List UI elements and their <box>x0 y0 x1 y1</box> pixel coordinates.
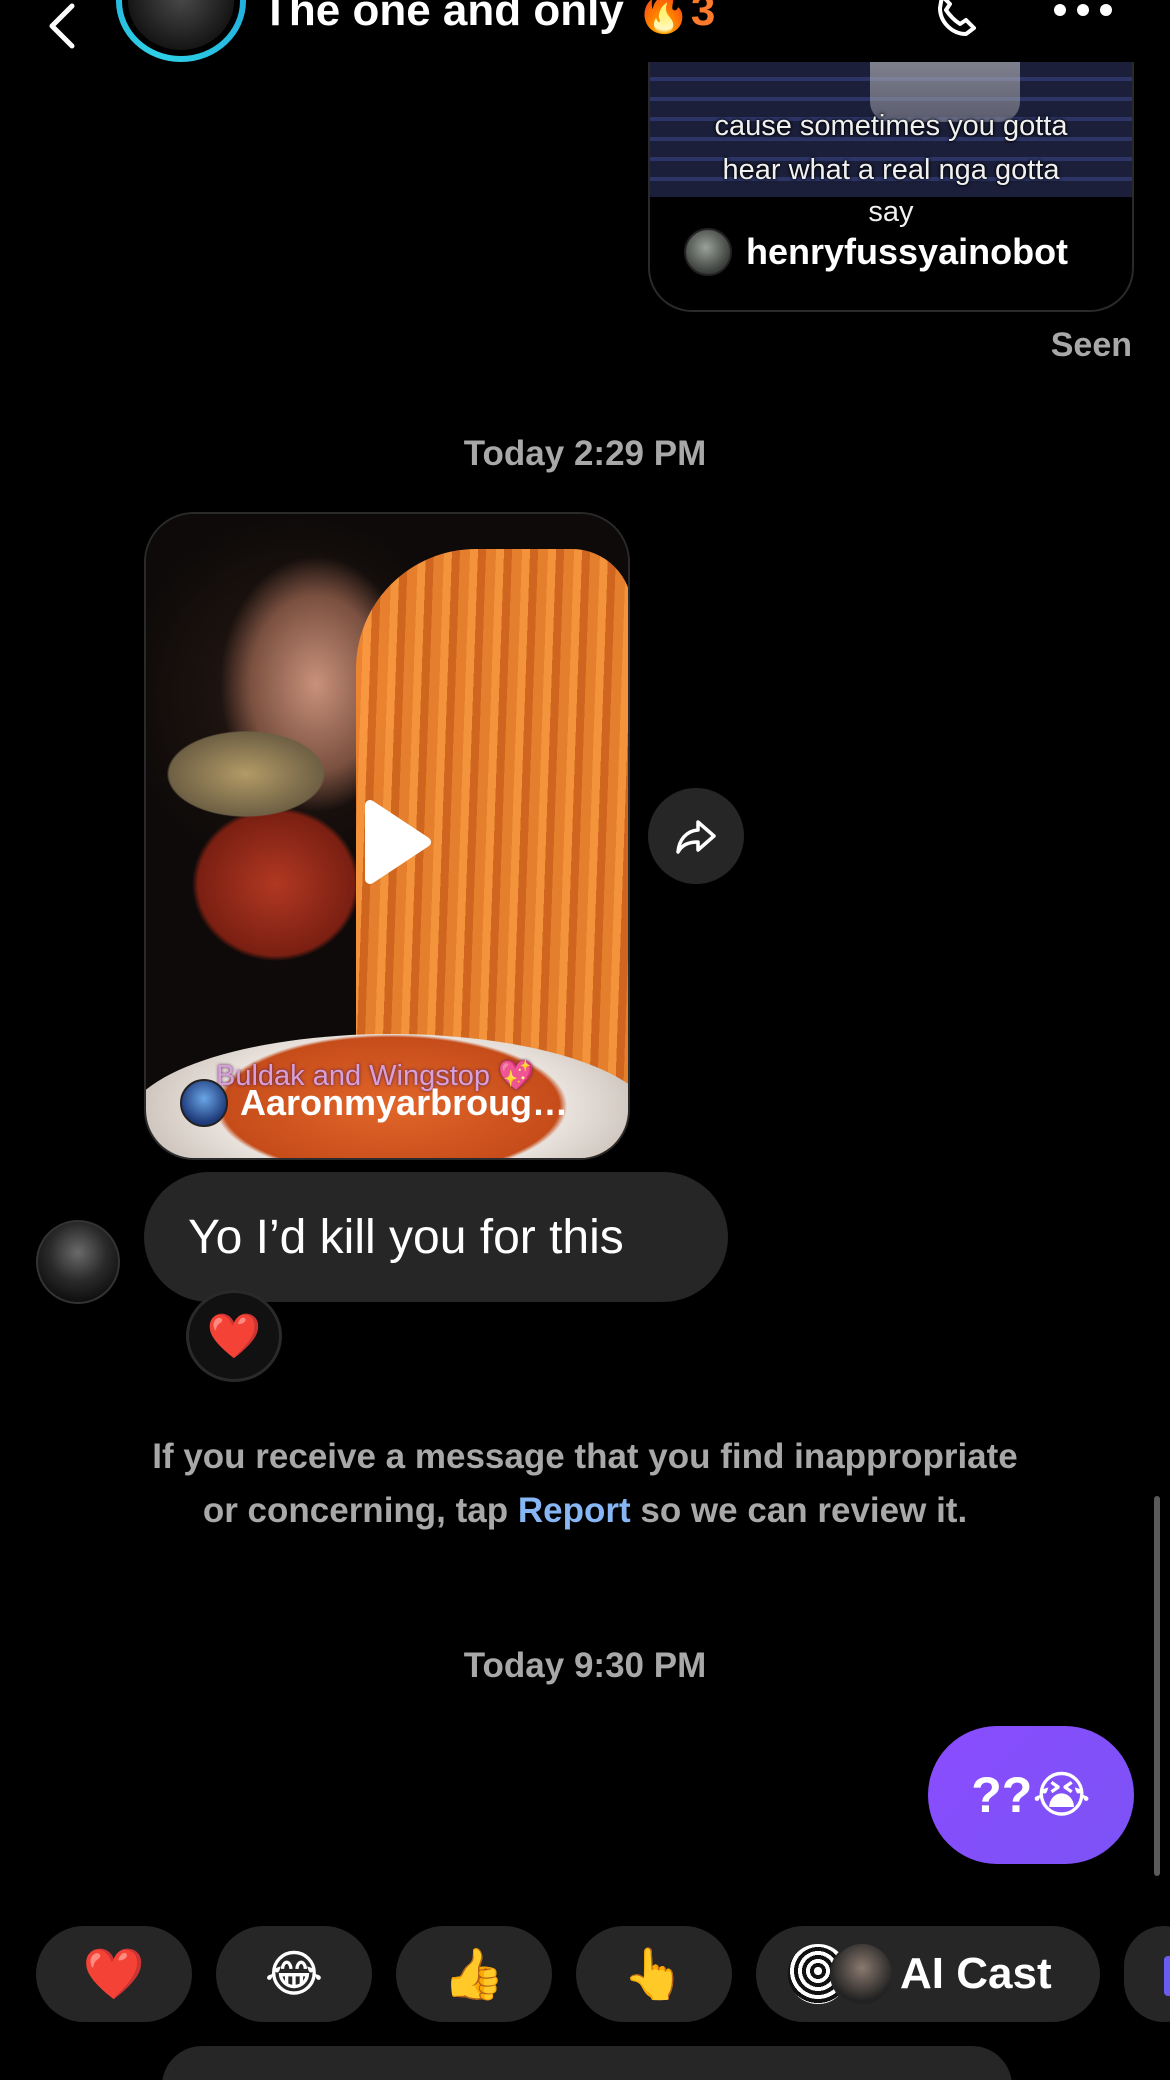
laughing-face-icon: 😂 <box>264 1946 324 2002</box>
chat-title[interactable]: The one and only 🔥3 <box>262 0 715 36</box>
incoming-message-bubble[interactable]: Yo I’d kill you for this <box>144 1172 728 1302</box>
owner-avatar <box>180 1079 228 1127</box>
seen-status: Seen <box>1050 326 1132 364</box>
message-composer[interactable] <box>162 2046 1012 2080</box>
contact-name: The one and only <box>262 0 624 35</box>
owner-username: henryfussyainobot <box>746 231 1069 272</box>
shared-reel-card-outgoing[interactable]: cause sometimes you gotta hear what a re… <box>648 62 1134 312</box>
quick-reaction-point-up[interactable]: 👆 <box>576 1926 732 2022</box>
timestamp-divider: Today 9:30 PM <box>463 1646 707 1685</box>
reel-caption-line: say <box>868 196 914 228</box>
play-icon[interactable] <box>356 797 436 887</box>
message-text: Yo I’d kill you for this <box>188 1210 624 1264</box>
reel-owner: Aaronmyarbroug… <box>180 1079 568 1127</box>
owner-username: Aaronmyarbroug… <box>240 1082 569 1123</box>
report-link[interactable]: Report <box>518 1491 631 1530</box>
notice-text: so we can review it. <box>630 1491 968 1530</box>
share-button[interactable] <box>648 788 744 884</box>
sender-avatar[interactable] <box>36 1220 120 1304</box>
streak-count: 3 <box>690 0 716 35</box>
owner-avatar <box>684 228 732 276</box>
ai-cast-button[interactable]: AI Cast <box>756 1926 1100 2022</box>
heart-icon: ❤️ <box>82 1945 146 2002</box>
message-text: ??😭 <box>971 1767 1091 1823</box>
ai-cast-label: AI Cast <box>900 1949 1052 1998</box>
message-reaction[interactable]: ❤️ <box>186 1290 282 1382</box>
quick-reaction-thumbs-up[interactable]: 👍 <box>396 1926 552 2022</box>
chat-screen: The one and only 🔥3 cause sometimes you … <box>0 0 1170 2080</box>
phone-call-icon[interactable] <box>922 0 992 48</box>
quick-reaction-more[interactable] <box>1124 1926 1170 2022</box>
timestamp-divider: Today 2:29 PM <box>463 434 707 473</box>
safety-notice: If you receive a message that you find i… <box>140 1430 1030 1538</box>
more-options-icon[interactable] <box>1050 0 1116 22</box>
share-arrow-icon <box>676 820 716 854</box>
contact-avatar[interactable] <box>116 0 246 62</box>
pointing-hand-icon: 👆 <box>622 1945 686 2002</box>
thumbs-up-icon: 👍 <box>442 1945 506 2002</box>
quick-reaction-bar: ❤️ 😂 👍 👆 AI Cast <box>0 1926 1170 2022</box>
quick-reaction-laugh[interactable]: 😂 <box>216 1926 372 2022</box>
shared-reel-card-incoming[interactable]: Buldak and Wingstop 💖 Aaronmyarbroug… <box>144 512 630 1160</box>
scrollbar[interactable] <box>1154 1496 1160 1876</box>
quick-reaction-heart[interactable]: ❤️ <box>36 1926 192 2022</box>
outgoing-message-bubble[interactable]: ??😭 <box>928 1726 1134 1864</box>
back-arrow-icon[interactable] <box>38 0 88 50</box>
streak-fire-icon: 🔥 <box>636 0 691 35</box>
reel-caption-line: cause sometimes you gotta <box>714 110 1068 142</box>
ai-cast-avatars <box>786 1942 894 2006</box>
reel-owner: henryfussyainobot <box>684 228 1068 276</box>
reel-caption-line: hear what a real nga gotta <box>722 154 1060 186</box>
heart-reaction-icon: ❤️ <box>206 1312 262 1361</box>
